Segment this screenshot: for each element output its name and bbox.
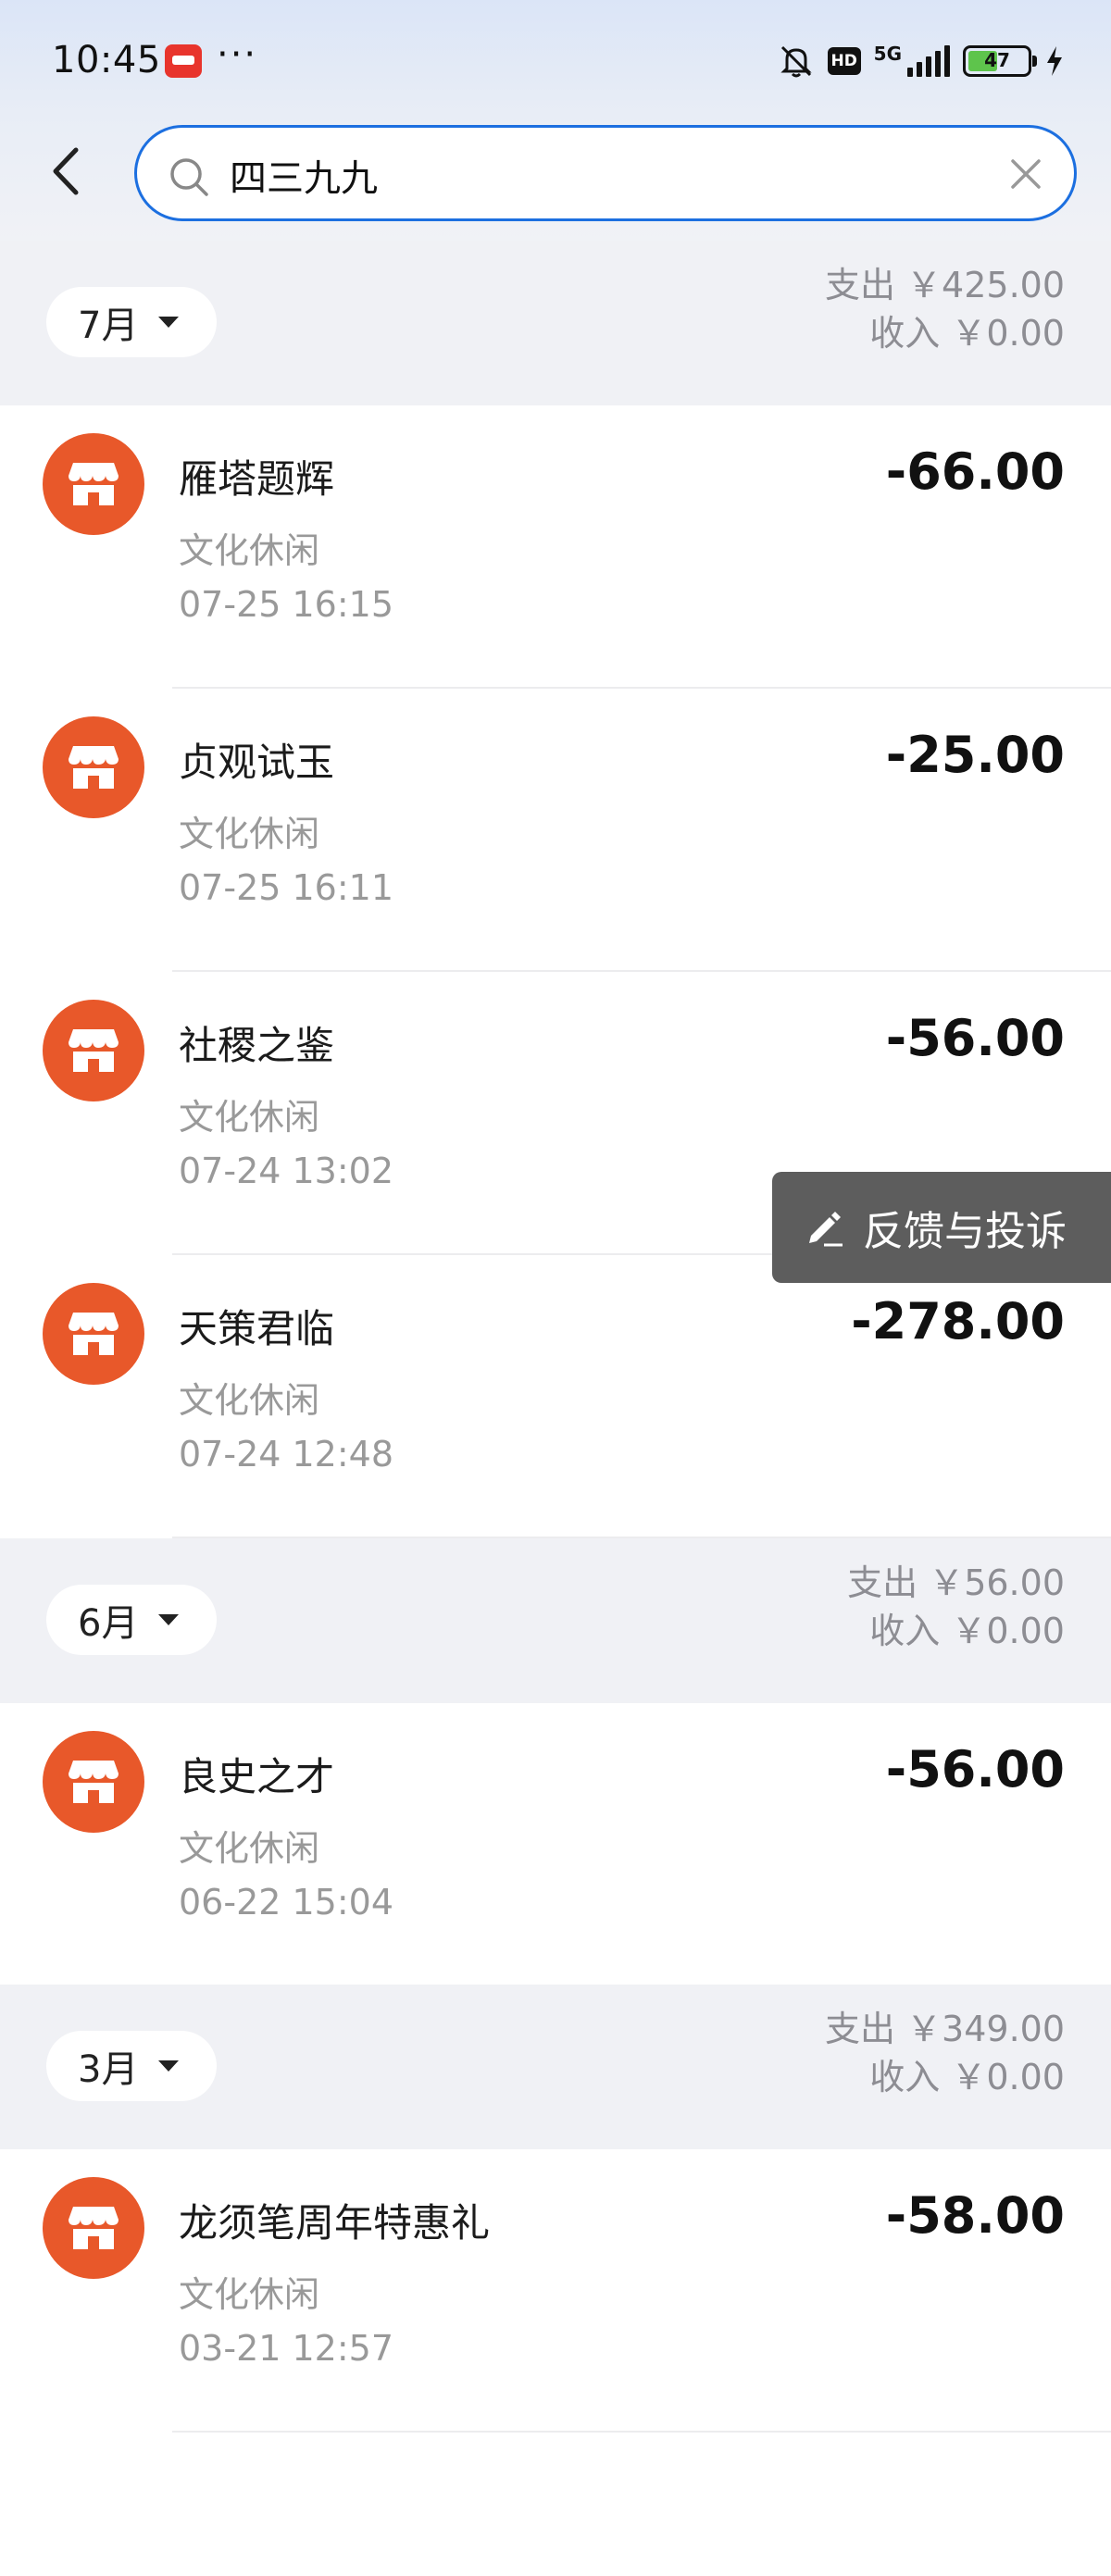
- month-income: 收入 ￥0.00: [869, 313, 1065, 354]
- status-bar: 10:45 ··· HD 5G 47: [0, 0, 1111, 120]
- row-divider: [172, 2431, 1111, 2433]
- merchant-avatar: [43, 1283, 144, 1385]
- chevron-left-icon: [53, 147, 79, 195]
- merchant-name: 良史之才: [179, 1754, 335, 1799]
- search-input[interactable]: [230, 150, 970, 200]
- month-header: 6月 支出 ￥56.00 收入 ￥0.00: [0, 1538, 1111, 1703]
- caret-down-icon: [158, 1614, 180, 1625]
- transaction-category: 文化休闲: [179, 1828, 320, 1869]
- merchant-name: 社稷之鉴: [179, 1023, 335, 1068]
- transaction-time: 07-24 13:02: [179, 1151, 394, 1191]
- transaction-row[interactable]: 龙须笔周年特惠礼 文化休闲 03-21 12:57 -58.00: [0, 2149, 1111, 2433]
- month-label: 3月: [78, 2048, 139, 2091]
- transaction-amount: -56.00: [885, 1740, 1065, 1798]
- edit-icon: [809, 1212, 843, 1247]
- month-expense: 支出 ￥425.00: [824, 265, 1065, 305]
- month-header: 3月 支出 ￥349.00 收入 ￥0.00: [0, 1985, 1111, 2149]
- merchant-name: 龙须笔周年特惠礼: [179, 2200, 491, 2246]
- month-label: 7月: [78, 305, 139, 347]
- transaction-category: 文化休闲: [179, 2274, 320, 2315]
- search-bar[interactable]: [134, 125, 1077, 221]
- transaction-category: 文化休闲: [179, 530, 320, 571]
- transaction-row[interactable]: 贞观试玉 文化休闲 07-25 16:11 -25.00: [0, 689, 1111, 972]
- transaction-row[interactable]: 良史之才 文化休闲 06-22 15:04 -56.00: [0, 1703, 1111, 1986]
- merchant-avatar: [43, 1731, 144, 1833]
- search-icon: [170, 158, 208, 196]
- caret-down-icon: [158, 2060, 180, 2072]
- app-notification-icon: [165, 44, 202, 78]
- month-income: 收入 ￥0.00: [869, 2057, 1065, 2097]
- transaction-amount: -278.00: [851, 1292, 1065, 1350]
- network-type: 5G: [873, 43, 902, 65]
- close-icon[interactable]: [1007, 156, 1044, 193]
- caret-down-icon: [158, 317, 180, 328]
- month-selector[interactable]: 6月: [46, 1585, 217, 1655]
- transaction-amount: -66.00: [885, 442, 1065, 501]
- transaction-amount: -58.00: [885, 2186, 1065, 2245]
- transaction-time: 03-21 12:57: [179, 2328, 394, 2369]
- merchant-name: 贞观试玉: [179, 740, 335, 785]
- mute-bell-icon: [780, 45, 812, 78]
- charging-icon: [1047, 46, 1062, 76]
- month-selector[interactable]: 3月: [46, 2031, 217, 2101]
- more-notifications-icon: ···: [217, 33, 258, 76]
- feedback-button[interactable]: 反馈与投诉: [772, 1172, 1111, 1283]
- merchant-name: 天策君临: [179, 1306, 335, 1351]
- month-summary: 支出 ￥425.00 收入 ￥0.00: [825, 261, 1065, 357]
- signal-icon: [907, 45, 950, 77]
- transaction-row[interactable]: 雁塔题辉 文化休闲 07-25 16:15 -66.00: [0, 405, 1111, 689]
- month-selector[interactable]: 7月: [46, 287, 217, 357]
- status-icons: HD 5G 47: [778, 41, 1065, 81]
- month-income: 收入 ￥0.00: [869, 1611, 1065, 1651]
- month-label: 6月: [78, 1602, 139, 1645]
- transaction-row[interactable]: 天策君临 文化休闲 07-24 12:48 -278.00: [0, 1255, 1111, 1538]
- merchant-name: 雁塔题辉: [179, 456, 335, 502]
- merchant-avatar: [43, 716, 144, 818]
- store-icon: [69, 2207, 119, 2249]
- transaction-time: 06-22 15:04: [179, 1882, 394, 1923]
- month-expense: 支出 ￥349.00: [824, 2009, 1065, 2049]
- month-header: 7月 支出 ￥425.00 收入 ￥0.00: [0, 241, 1111, 405]
- month-summary: 支出 ￥56.00 收入 ￥0.00: [847, 1559, 1065, 1655]
- transaction-category: 文化休闲: [179, 814, 320, 854]
- merchant-avatar: [43, 1000, 144, 1101]
- month-expense: 支出 ￥56.00: [847, 1562, 1065, 1603]
- battery-level: 47: [984, 49, 1010, 71]
- back-button[interactable]: [41, 139, 93, 204]
- month-summary: 支出 ￥349.00 收入 ￥0.00: [825, 2005, 1065, 2101]
- transaction-category: 文化休闲: [179, 1097, 320, 1138]
- store-icon: [69, 1029, 119, 1072]
- transaction-amount: -56.00: [885, 1009, 1065, 1067]
- store-icon: [69, 746, 119, 789]
- store-icon: [69, 1313, 119, 1355]
- transaction-time: 07-25 16:15: [179, 584, 394, 625]
- feedback-label: 反馈与投诉: [863, 1208, 1067, 1255]
- status-time: 10:45: [52, 39, 161, 81]
- store-icon: [69, 1761, 119, 1803]
- merchant-avatar: [43, 433, 144, 535]
- transaction-time: 07-25 16:11: [179, 867, 394, 908]
- merchant-avatar: [43, 2177, 144, 2279]
- transaction-time: 07-24 12:48: [179, 1434, 394, 1475]
- transaction-amount: -25.00: [885, 726, 1065, 784]
- hd-badge: HD: [827, 47, 861, 75]
- store-icon: [69, 463, 119, 505]
- battery-icon: 47: [963, 45, 1037, 77]
- transaction-category: 文化休闲: [179, 1380, 320, 1421]
